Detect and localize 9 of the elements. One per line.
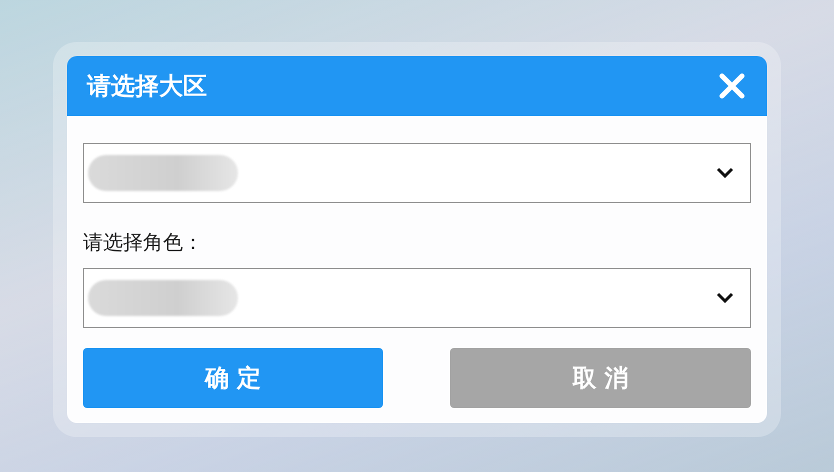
dropdown-select[interactable] bbox=[83, 268, 751, 328]
chevron-down-icon bbox=[716, 292, 734, 304]
close-icon[interactable] bbox=[719, 73, 745, 99]
dropdown-select[interactable] bbox=[83, 143, 751, 203]
confirm-button[interactable]: 确 定 bbox=[83, 348, 383, 408]
cancel-button[interactable]: 取 消 bbox=[450, 348, 751, 408]
field-label: 请选择角色： bbox=[83, 229, 203, 256]
dialog-title: 请选择大区 bbox=[87, 71, 207, 102]
chevron-down-icon bbox=[716, 167, 734, 179]
